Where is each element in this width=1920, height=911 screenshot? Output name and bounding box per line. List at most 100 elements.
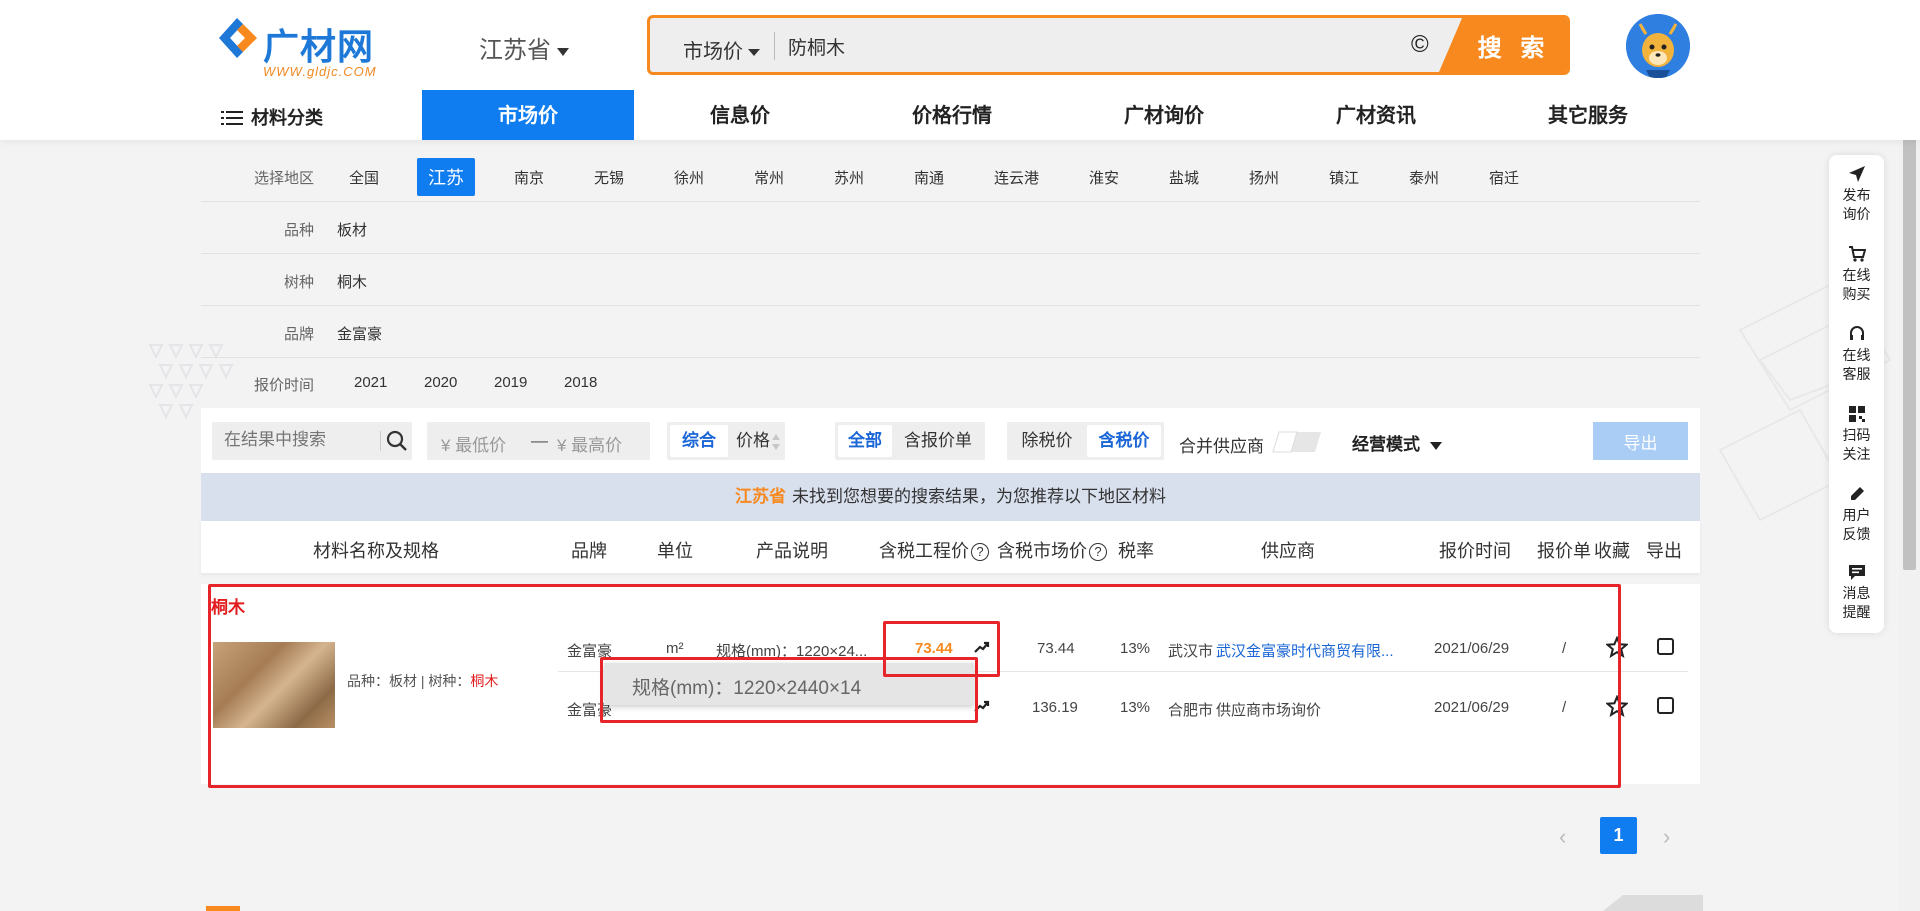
- nav-other-services[interactable]: 其它服务: [1482, 90, 1694, 140]
- year-option[interactable]: 2020: [424, 374, 457, 391]
- nav-news[interactable]: 广材资讯: [1270, 90, 1482, 140]
- side-item-messages[interactable]: 消息 提醒: [1829, 563, 1884, 622]
- user-avatar[interactable]: [1626, 14, 1690, 78]
- export-button[interactable]: 导出: [1593, 422, 1688, 460]
- year-option[interactable]: 2018: [564, 374, 597, 391]
- variety-option[interactable]: 板材: [337, 219, 367, 240]
- clear-icon[interactable]: ©: [1411, 31, 1429, 59]
- headset-icon: [1849, 326, 1864, 340]
- filter-label: 品牌: [283, 326, 314, 343]
- region-option[interactable]: 泰州: [1409, 167, 1439, 188]
- price-max-input[interactable]: ¥ 最高价: [557, 431, 622, 456]
- region-option[interactable]: 淮安: [1089, 167, 1119, 188]
- price-separator: —: [531, 431, 548, 450]
- region-option[interactable]: 苏州: [834, 167, 864, 188]
- search-button[interactable]: 搜 索: [1439, 18, 1567, 72]
- column-header: 单位: [657, 541, 693, 561]
- filter-row-region: 选择地区 全国 江苏 南京 无锡 徐州 常州 苏州 南通 连云港 淮安 盐城 扬…: [201, 150, 1700, 202]
- star-icon[interactable]: [1606, 636, 1628, 658]
- sort-price[interactable]: 价格: [733, 425, 773, 457]
- side-item-label: 消息: [1842, 585, 1871, 601]
- region-selector[interactable]: 江苏省: [479, 30, 569, 65]
- scope-with-quote[interactable]: 含报价单: [895, 425, 981, 457]
- region-option[interactable]: 常州: [754, 167, 784, 188]
- prev-page-button[interactable]: ‹: [1559, 824, 1566, 850]
- region-option[interactable]: 南通: [914, 167, 944, 188]
- nav-info-price[interactable]: 信息价: [634, 90, 846, 140]
- scrollbar-thumb[interactable]: [1903, 70, 1916, 570]
- search-type-label: 市场价: [683, 41, 743, 63]
- export-checkbox[interactable]: [1657, 697, 1674, 714]
- logo-icon: [219, 18, 257, 58]
- result-search-input[interactable]: [224, 430, 364, 450]
- cell-desc[interactable]: 规格(mm)：1220×24...: [716, 640, 867, 661]
- nav-market-price[interactable]: 市场价: [422, 90, 634, 140]
- region-option[interactable]: 连云港: [994, 167, 1039, 188]
- result-title[interactable]: 桐木: [211, 593, 245, 618]
- search-input[interactable]: [788, 30, 1388, 62]
- nav-price-trend[interactable]: 价格行情: [846, 90, 1058, 140]
- column-header: 报价时间: [1439, 541, 1511, 561]
- cell-supplier-link[interactable]: 武汉金富豪时代商贸有限...: [1216, 640, 1394, 661]
- logo-domain: WWW.gldjc.COM: [263, 64, 377, 79]
- site-logo[interactable]: 广材网 WWW.gldjc.COM: [213, 16, 383, 79]
- brand-option[interactable]: 金富豪: [337, 323, 382, 344]
- side-item-buy-online[interactable]: 在线 购买: [1829, 245, 1884, 304]
- menu-icon: [221, 111, 243, 125]
- column-header: 报价单: [1537, 541, 1591, 561]
- column-header: 税率: [1118, 541, 1154, 561]
- trend-chart-icon[interactable]: [974, 699, 990, 713]
- region-option[interactable]: 南京: [514, 167, 544, 188]
- side-item-label: 在线: [1842, 347, 1871, 363]
- cell-date: 2021/06/29: [1434, 699, 1510, 716]
- search-icon[interactable]: [386, 430, 408, 452]
- region-option[interactable]: 全国: [349, 167, 379, 188]
- tax-included[interactable]: 含税价: [1087, 425, 1161, 457]
- help-icon[interactable]: ?: [971, 543, 989, 561]
- notice-text: 未找到您想要的搜索结果，为您推荐以下地区材料: [792, 487, 1166, 506]
- export-checkbox[interactable]: [1657, 638, 1674, 655]
- star-icon[interactable]: [1606, 695, 1628, 717]
- region-option[interactable]: 扬州: [1249, 167, 1279, 188]
- cell-market-price: 136.19: [1032, 699, 1078, 716]
- region-option[interactable]: 镇江: [1329, 167, 1359, 188]
- search-type-dropdown[interactable]: 市场价: [683, 35, 760, 64]
- page-button-current[interactable]: 1: [1600, 817, 1637, 854]
- business-mode-dropdown[interactable]: 经营模式: [1352, 430, 1442, 455]
- business-mode-label: 经营模式: [1352, 435, 1420, 454]
- category-menu[interactable]: 材料分类: [221, 104, 323, 130]
- cell-supplier[interactable]: 供应商市场询价: [1216, 699, 1321, 720]
- side-item-scan-follow[interactable]: 扫码 关注: [1829, 405, 1884, 464]
- region-option[interactable]: 宿迁: [1489, 167, 1519, 188]
- year-option[interactable]: 2019: [494, 374, 527, 391]
- side-item-label: 询价: [1842, 206, 1871, 222]
- column-header: 含税工程价: [879, 541, 969, 561]
- sort-arrows-icon[interactable]: [771, 433, 781, 451]
- region-option[interactable]: 无锡: [594, 167, 624, 188]
- region-option[interactable]: 徐州: [674, 167, 704, 188]
- side-item-publish-inquiry[interactable]: 发布 询价: [1829, 165, 1884, 224]
- sort-segment: 综合 价格: [667, 422, 785, 460]
- next-page-button[interactable]: ›: [1663, 824, 1670, 850]
- filter-label: 树种: [283, 274, 314, 291]
- help-icon[interactable]: ?: [1089, 543, 1107, 561]
- filter-label: 选择地区: [253, 170, 314, 187]
- tax-excluded[interactable]: 除税价: [1010, 425, 1084, 457]
- side-item-customer-service[interactable]: 在线 客服: [1829, 325, 1884, 384]
- site-header: 广材网 WWW.gldjc.COM 江苏省 市场价 © 搜 索 材料分类 市: [0, 0, 1920, 140]
- year-option[interactable]: 2021: [354, 374, 387, 391]
- scope-all[interactable]: 全部: [838, 425, 892, 457]
- merge-supplier-toggle[interactable]: [1271, 430, 1325, 454]
- side-item-feedback[interactable]: 用户 反馈: [1829, 485, 1884, 544]
- filter-panel: 选择地区 全国 江苏 南京 无锡 徐州 常州 苏州 南通 连云港 淮安 盐城 扬…: [201, 150, 1700, 405]
- trend-chart-icon[interactable]: [974, 640, 990, 654]
- sort-overall[interactable]: 综合: [670, 425, 728, 457]
- species-option[interactable]: 桐木: [337, 271, 367, 292]
- nav-inquiry[interactable]: 广材询价: [1058, 90, 1270, 140]
- side-item-label: 提醒: [1842, 604, 1871, 620]
- price-min-input[interactable]: ¥ 最低价: [441, 431, 506, 456]
- side-item-label: 购买: [1842, 286, 1871, 302]
- region-option[interactable]: 盐城: [1169, 167, 1199, 188]
- cell-brand: 金富豪: [567, 643, 613, 660]
- region-option-selected[interactable]: 江苏: [417, 158, 475, 196]
